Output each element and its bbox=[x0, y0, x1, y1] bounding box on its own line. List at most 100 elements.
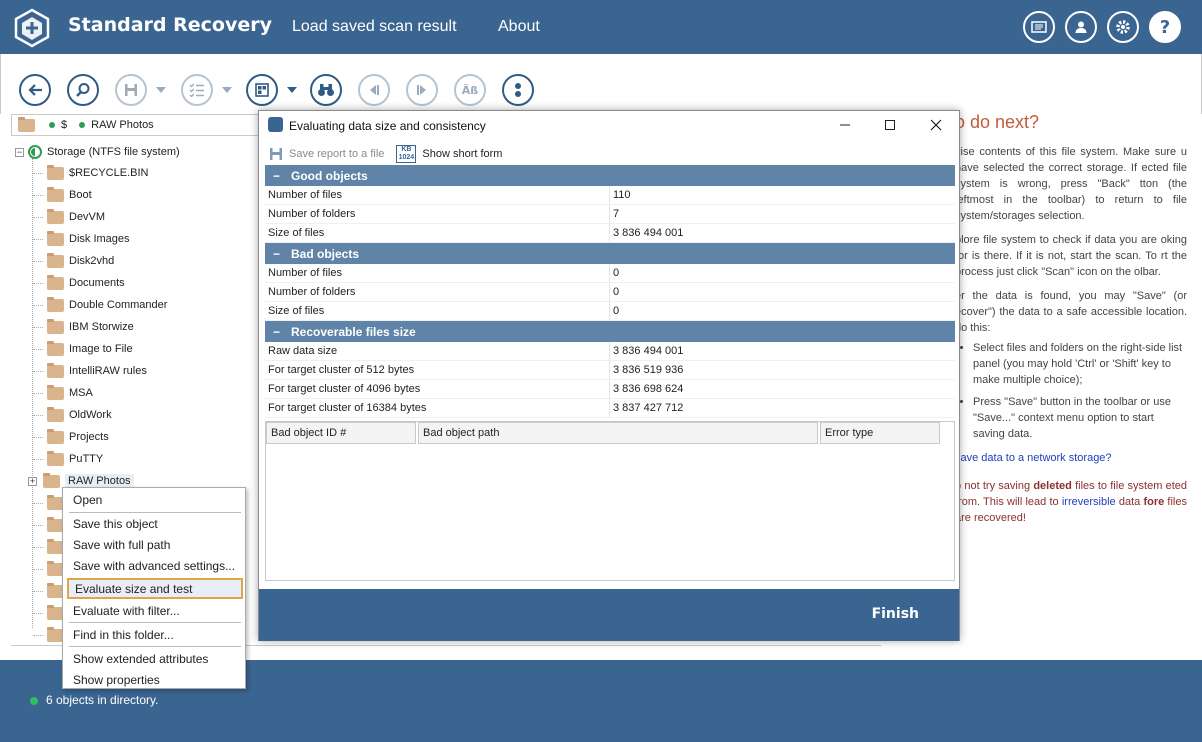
tree-item-label: Disk2vhd bbox=[69, 255, 115, 267]
tree-item-folder[interactable] bbox=[33, 559, 64, 579]
case-sensitive-button[interactable]: Äß bbox=[454, 74, 486, 106]
tree-item-folder[interactable]: OldWork bbox=[33, 405, 112, 425]
previous-button[interactable] bbox=[358, 74, 390, 106]
tree-item-label: PuTTY bbox=[69, 453, 104, 465]
path-root[interactable]: $ bbox=[61, 119, 67, 131]
network-storage-link[interactable]: save data to a network storage? bbox=[955, 452, 1112, 464]
tree-item-folder[interactable]: $RECYCLE.BIN bbox=[33, 163, 148, 183]
collapse-icon[interactable]: − bbox=[15, 147, 24, 157]
checklist-button[interactable] bbox=[181, 74, 213, 106]
menu-item-save-advanced[interactable]: Save with advanced settings... bbox=[67, 555, 243, 576]
view-dropdown-caret[interactable] bbox=[287, 87, 297, 93]
save-dropdown-caret[interactable] bbox=[156, 87, 166, 93]
binoculars-icon bbox=[318, 84, 334, 96]
table-row: Number of files 0 bbox=[265, 264, 955, 283]
tree-item-folder[interactable] bbox=[33, 603, 64, 623]
table-row: Number of folders 7 bbox=[265, 205, 955, 224]
menu-item-show-properties[interactable]: Show properties bbox=[67, 669, 243, 690]
menu-item-save-full-path[interactable]: Save with full path bbox=[67, 534, 243, 555]
log-icon bbox=[1031, 21, 1047, 33]
minimize-button[interactable] bbox=[834, 115, 856, 135]
expand-icon[interactable]: + bbox=[28, 476, 37, 486]
help-paragraph: er the data is found, you may "Save" (or… bbox=[955, 290, 1187, 334]
tree-item-label: Boot bbox=[69, 189, 92, 201]
help-bullet: Press "Save" button in the toolbar or us… bbox=[973, 394, 1187, 442]
floppy-icon bbox=[125, 84, 137, 96]
tree-item-folder[interactable]: PuTTY bbox=[33, 449, 103, 469]
back-button[interactable] bbox=[19, 74, 51, 106]
collapse-icon[interactable]: − bbox=[273, 247, 291, 261]
next-icon bbox=[417, 85, 426, 95]
column-header-id[interactable]: Bad object ID # bbox=[266, 422, 416, 444]
tree-item-label: Disk Images bbox=[69, 233, 130, 245]
tree-item-folder[interactable] bbox=[33, 515, 64, 535]
tree-item-folder[interactable]: Disk2vhd bbox=[33, 251, 114, 271]
search-button[interactable] bbox=[67, 74, 99, 106]
tree-item-storage[interactable]: − Storage (NTFS file system) bbox=[11, 142, 180, 162]
tree-item-folder[interactable]: Projects bbox=[33, 427, 109, 447]
log-button[interactable] bbox=[1023, 11, 1055, 43]
menu-item-evaluate-filter[interactable]: Evaluate with filter... bbox=[67, 600, 243, 621]
column-header-error[interactable]: Error type bbox=[820, 422, 940, 444]
context-menu: Open Save this object Save with full pat… bbox=[62, 487, 246, 689]
tree-item-folder[interactable]: Documents bbox=[33, 273, 125, 293]
section-bad-objects[interactable]: − Bad objects bbox=[265, 243, 955, 264]
help-warning: o not try saving deleted files to file s… bbox=[955, 480, 1188, 524]
folder-icon bbox=[47, 164, 64, 180]
tree-item-label: Documents bbox=[69, 277, 125, 289]
tree-item-folder[interactable]: DevVM bbox=[33, 207, 105, 227]
nav-about[interactable]: About bbox=[498, 18, 540, 36]
folder-icon bbox=[18, 116, 35, 132]
dialog-titlebar[interactable]: Evaluating data size and consistency bbox=[259, 111, 959, 139]
collapse-icon[interactable]: − bbox=[273, 169, 291, 183]
help-bullet: Select files and folders on the right-si… bbox=[973, 340, 1187, 388]
path-bar[interactable]: $ RAW Photos bbox=[11, 114, 281, 136]
tree-item-label: OldWork bbox=[69, 409, 112, 421]
tree-item-label: IBM Storwize bbox=[69, 321, 134, 333]
minimize-icon bbox=[840, 124, 850, 126]
nav-load-saved-scan[interactable]: Load saved scan result bbox=[292, 18, 457, 36]
next-button[interactable] bbox=[406, 74, 438, 106]
finish-button[interactable]: Finish bbox=[872, 606, 919, 622]
find-button[interactable] bbox=[310, 74, 342, 106]
tree-item-folder[interactable]: MSA bbox=[33, 383, 93, 403]
collapse-icon[interactable]: − bbox=[273, 325, 291, 339]
checklist-dropdown-caret[interactable] bbox=[222, 87, 232, 93]
tree-item-folder[interactable]: Disk Images bbox=[33, 229, 130, 249]
tree-item-label: IntelliRAW rules bbox=[69, 365, 147, 377]
menu-separator bbox=[69, 646, 241, 647]
menu-item-open[interactable]: Open bbox=[67, 489, 243, 510]
tree-item-folder[interactable] bbox=[33, 493, 64, 513]
tree-item-folder[interactable]: Image to File bbox=[33, 339, 133, 359]
column-header-path[interactable]: Bad object path bbox=[418, 422, 818, 444]
maximize-button[interactable] bbox=[879, 115, 901, 135]
menu-item-find-in-folder[interactable]: Find in this folder... bbox=[67, 624, 243, 645]
scan-button[interactable] bbox=[502, 74, 534, 106]
tree-item-folder[interactable] bbox=[33, 625, 64, 645]
menu-item-save-this-object[interactable]: Save this object bbox=[67, 513, 243, 534]
app-icon bbox=[268, 117, 283, 132]
short-form-button[interactable]: Show short form bbox=[422, 148, 502, 160]
folder-icon bbox=[47, 230, 64, 246]
view-button[interactable] bbox=[246, 74, 278, 106]
folder-icon bbox=[47, 318, 64, 334]
save-button[interactable] bbox=[115, 74, 147, 106]
tree-item-folder[interactable]: IBM Storwize bbox=[33, 317, 134, 337]
menu-item-extended-attributes[interactable]: Show extended attributes bbox=[67, 648, 243, 669]
account-button[interactable] bbox=[1065, 11, 1097, 43]
bad-objects-table[interactable]: Bad object ID # Bad object path Error ty… bbox=[265, 421, 955, 581]
settings-button[interactable] bbox=[1107, 11, 1139, 43]
menu-item-evaluate-size-test[interactable]: Evaluate size and test bbox=[67, 578, 243, 599]
tree-item-folder[interactable]: Double Commander bbox=[33, 295, 167, 315]
section-good-objects[interactable]: − Good objects bbox=[265, 165, 955, 186]
help-button[interactable]: ? bbox=[1149, 11, 1181, 43]
tree-item-folder[interactable]: IntelliRAW rules bbox=[33, 361, 147, 381]
close-button[interactable] bbox=[925, 115, 947, 135]
section-recoverable-size[interactable]: − Recoverable files size bbox=[265, 321, 955, 342]
tree-item-label: Image to File bbox=[69, 343, 133, 355]
path-current-folder[interactable]: RAW Photos bbox=[91, 119, 154, 131]
tree-item-folder[interactable]: Boot bbox=[33, 185, 92, 205]
tree-item-folder[interactable] bbox=[33, 581, 64, 601]
tree-item-folder[interactable] bbox=[33, 537, 64, 557]
save-report-button[interactable]: Save report to a file bbox=[289, 148, 384, 160]
